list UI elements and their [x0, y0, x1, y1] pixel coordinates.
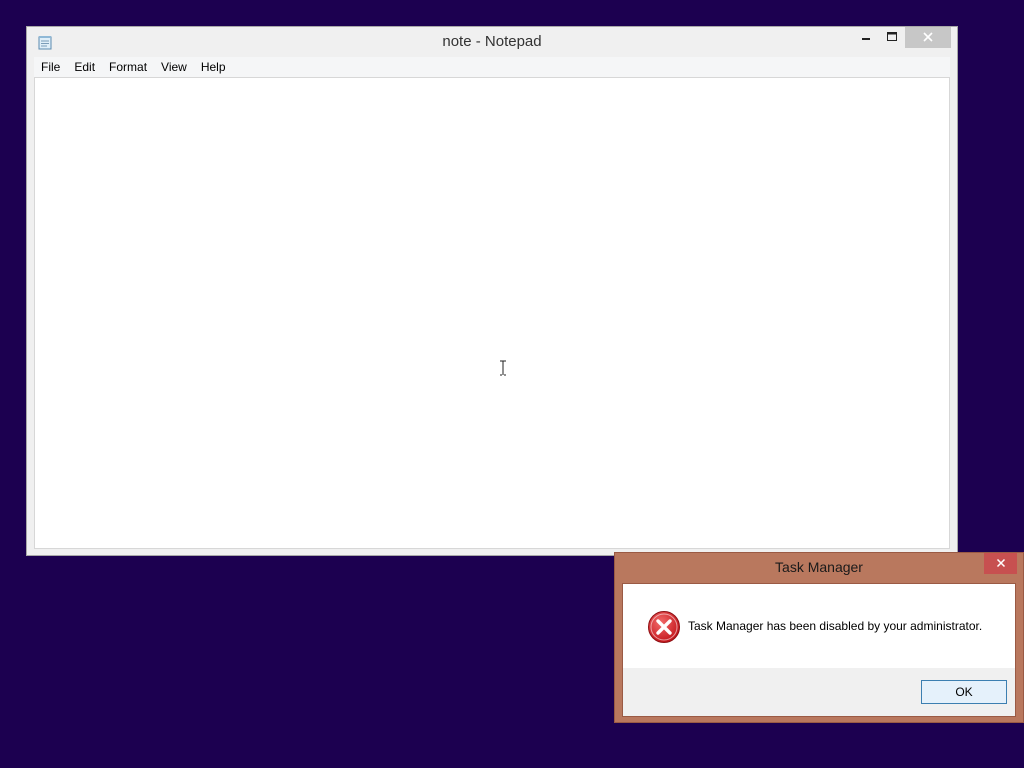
- menu-view[interactable]: View: [154, 57, 194, 77]
- maximize-button[interactable]: [879, 27, 905, 48]
- error-icon: [647, 610, 681, 644]
- menu-bar: File Edit Format View Help: [34, 57, 950, 77]
- menu-file[interactable]: File: [34, 57, 67, 77]
- ibeam-cursor-icon: [499, 360, 507, 381]
- close-icon: [996, 555, 1006, 573]
- dialog-title: Task Manager: [775, 559, 863, 575]
- close-button[interactable]: [905, 27, 951, 48]
- menu-help[interactable]: Help: [194, 57, 233, 77]
- dialog-message: Task Manager has been disabled by your a…: [688, 619, 983, 633]
- notepad-window: note - Notepad File Edit Format View Hel…: [26, 26, 958, 556]
- close-icon: [923, 29, 933, 47]
- minimize-button[interactable]: [853, 27, 879, 48]
- dialog-close-button[interactable]: [984, 553, 1017, 574]
- menu-format[interactable]: Format: [102, 57, 154, 77]
- maximize-icon: [887, 29, 897, 47]
- notepad-titlebar[interactable]: note - Notepad: [27, 27, 957, 58]
- minimize-icon: [861, 29, 871, 47]
- error-dialog: Task Manager Task Manager has been disab…: [614, 552, 1024, 723]
- menu-edit[interactable]: Edit: [67, 57, 102, 77]
- dialog-message-area: Task Manager has been disabled by your a…: [623, 584, 1015, 668]
- ok-button[interactable]: OK: [921, 680, 1007, 704]
- window-title: note - Notepad: [442, 33, 542, 50]
- text-editor[interactable]: [34, 77, 950, 549]
- dialog-body: Task Manager has been disabled by your a…: [622, 583, 1016, 717]
